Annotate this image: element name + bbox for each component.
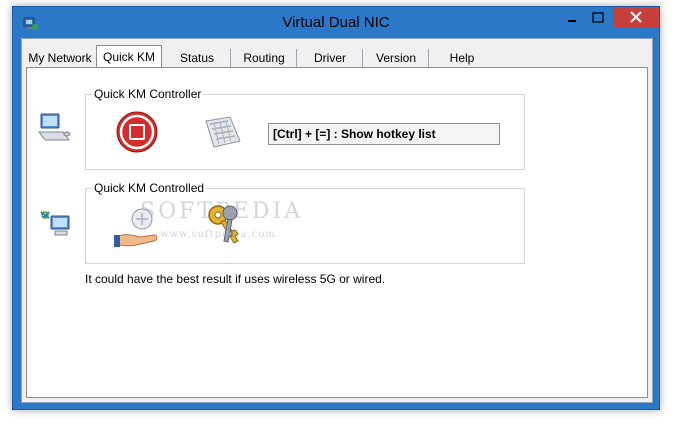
tab-my-network[interactable]: My Network (26, 49, 94, 67)
tab-status[interactable]: Status (164, 49, 230, 67)
quick-km-controller-group: Quick KM Controller [Ctrl] + [=] : Show … (85, 87, 525, 170)
share-hand-icon[interactable] (114, 205, 164, 251)
group-title: Quick KM Controller (92, 87, 204, 101)
group-title: Quick KM Controlled (92, 181, 207, 195)
maximize-button[interactable] (585, 7, 611, 28)
client-area: My Network Quick KM Status Routing Drive… (21, 38, 653, 403)
computer-icon (38, 113, 71, 141)
hotkey-hint-field: [Ctrl] + [=] : Show hotkey list (268, 123, 500, 145)
keyboard-icon[interactable] (202, 115, 242, 149)
stop-icon[interactable] (116, 111, 158, 153)
close-button[interactable] (613, 7, 659, 28)
quick-km-panel: Quick KM Controller [Ctrl] + [=] : Show … (26, 67, 648, 398)
quick-km-controlled-group: Quick KM Controlled SOFTPEDIA www.softpe… (85, 181, 525, 264)
app-window: Virtual Dual NIC My Network Quick KM Sta… (12, 6, 660, 410)
minimize-button[interactable] (559, 7, 585, 28)
keys-icon[interactable] (204, 203, 244, 249)
tab-quick-km[interactable]: Quick KM (96, 45, 162, 69)
tab-help[interactable]: Help (428, 49, 495, 67)
close-icon (630, 11, 642, 23)
tab-version[interactable]: Version (362, 49, 429, 67)
tab-routing[interactable]: Routing (230, 49, 297, 67)
tab-driver[interactable]: Driver (296, 49, 363, 67)
network-computer-icon (40, 211, 70, 236)
title-bar[interactable]: Virtual Dual NIC (13, 7, 659, 37)
connection-note: It could have the best result if uses wi… (85, 272, 386, 286)
